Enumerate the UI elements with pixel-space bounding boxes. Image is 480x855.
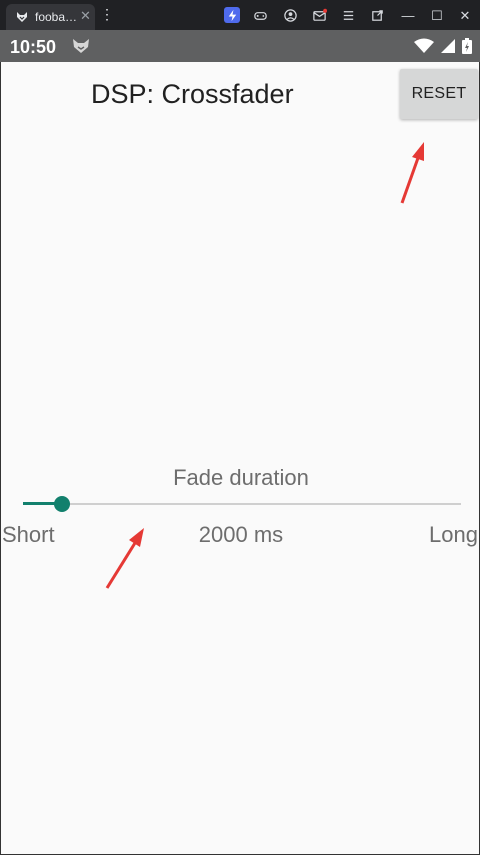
status-clock: 10:50 <box>10 37 57 57</box>
slider-thumb[interactable] <box>54 496 70 512</box>
cell-signal-icon <box>441 39 455 53</box>
slider-max-label: Long <box>429 522 478 547</box>
window-title-bar: fooba… ✕ ⋮ — ☐ ✕ <box>0 0 480 30</box>
tab-title: fooba… <box>35 10 78 24</box>
bolt-icon[interactable] <box>224 7 240 23</box>
wifi-icon <box>414 38 434 53</box>
battery-icon <box>462 38 472 54</box>
account-icon[interactable] <box>282 7 298 23</box>
crossfader-screen: DSP: Crossfader RESET Fade duration Shor… <box>0 62 480 855</box>
page-title: DSP: Crossfader <box>91 79 294 109</box>
maximize-icon[interactable]: ☐ <box>429 7 445 23</box>
tab-close-icon[interactable]: ✕ <box>80 8 91 24</box>
hamburger-menu-icon[interactable] <box>340 7 356 23</box>
more-menu-icon[interactable]: ⋮ <box>100 6 114 23</box>
gamepad-icon[interactable] <box>252 7 268 23</box>
fade-duration-label: Fade duration <box>173 465 309 490</box>
slider-value-label: 2000 ms <box>198 522 284 547</box>
reset-button[interactable]: RESET <box>400 69 478 119</box>
fox-notification-icon <box>73 39 89 53</box>
browser-tab[interactable]: fooba… ✕ <box>6 4 95 30</box>
minimize-icon[interactable]: — <box>400 7 416 23</box>
slider-track[interactable] <box>23 503 461 505</box>
restore-window-icon[interactable] <box>369 7 385 23</box>
mail-icon[interactable] <box>311 7 327 23</box>
close-window-icon[interactable]: ✕ <box>457 7 473 23</box>
status-bar: 10:50 <box>0 30 480 62</box>
foobar-fox-icon <box>17 12 27 22</box>
fade-duration-slider[interactable] <box>23 494 461 514</box>
